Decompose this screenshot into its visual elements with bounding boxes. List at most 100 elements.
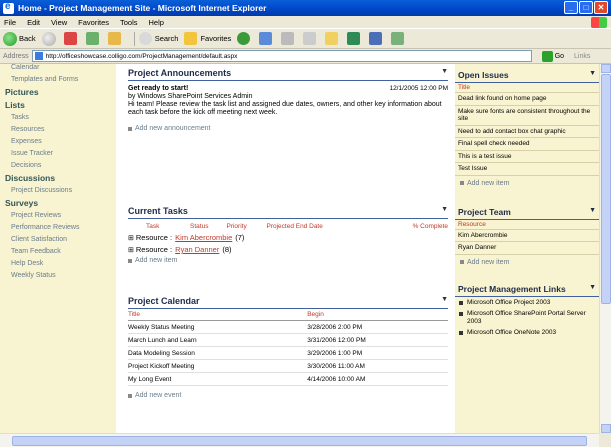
nav-item-performance-reviews[interactable]: Performance Reviews <box>11 224 81 232</box>
history-button[interactable] <box>259 32 275 45</box>
expand-icon[interactable]: ⊞ <box>128 234 134 242</box>
event-title[interactable]: March Lunch and Learn <box>128 333 308 347</box>
scrollbar-thumb[interactable] <box>12 436 587 446</box>
add-task-link[interactable]: Add new item <box>128 257 448 264</box>
col-title[interactable]: Title <box>128 309 308 321</box>
print-button[interactable] <box>303 32 319 45</box>
nav-section-pictures[interactable]: Pictures <box>5 87 116 97</box>
webpart-menu-icon[interactable]: ▼ <box>589 207 596 217</box>
nav-item-issue-tracker[interactable]: Issue Tracker <box>11 150 116 158</box>
scrollbar-thumb[interactable] <box>601 74 611 304</box>
webpart-menu-icon[interactable]: ▼ <box>589 70 596 80</box>
vertical-scrollbar[interactable] <box>599 64 611 433</box>
nav-item-expenses[interactable]: Expenses <box>11 138 116 146</box>
webpart-menu-icon[interactable]: ▼ <box>441 68 448 78</box>
back-button[interactable]: Back <box>3 31 36 46</box>
links-button[interactable]: Links <box>574 53 590 60</box>
list-item[interactable]: This is a test issue <box>455 151 599 163</box>
menu-favorites[interactable]: Favorites <box>78 18 109 27</box>
issues-col-title[interactable]: Title <box>455 83 599 93</box>
link-item[interactable]: Microsoft Office SharePoint Portal Serve… <box>455 308 599 327</box>
forward-button[interactable] <box>41 31 58 46</box>
messenger-button[interactable] <box>347 32 363 45</box>
col-begin[interactable]: Begin <box>307 309 448 321</box>
menu-tools[interactable]: Tools <box>120 18 138 27</box>
links-title[interactable]: Project Management Links <box>458 284 566 294</box>
menu-help[interactable]: Help <box>149 18 164 27</box>
link-item[interactable]: Microsoft Office Project 2003 <box>455 297 599 309</box>
add-team-link[interactable]: Add new item <box>455 255 599 270</box>
issues-title[interactable]: Open Issues <box>458 70 509 80</box>
refresh-button[interactable] <box>85 32 102 45</box>
nav-section-lists[interactable]: Lists <box>5 100 116 110</box>
col-percent-complete[interactable]: % Complete <box>378 219 448 230</box>
list-item[interactable]: Dead link found on home page <box>455 93 599 106</box>
tools-button[interactable] <box>391 32 407 45</box>
col-priority[interactable]: Priority <box>226 219 266 230</box>
link-item[interactable]: Microsoft Office OneNote 2003 <box>455 327 599 339</box>
horizontal-scrollbar[interactable] <box>0 433 599 447</box>
folder-button[interactable] <box>325 32 341 45</box>
go-button[interactable]: Go <box>541 50 564 62</box>
event-title[interactable]: Weekly Status Meeting <box>128 320 308 334</box>
mail-button[interactable] <box>281 32 297 45</box>
announcements-title[interactable]: Project Announcements <box>128 68 231 78</box>
team-title[interactable]: Project Team <box>458 207 511 217</box>
table-row[interactable]: March Lunch and Learn 3/31/2006 12:00 PM <box>128 333 448 347</box>
nav-item-templates[interactable]: Templates and Forms <box>11 76 81 84</box>
close-button[interactable]: ✕ <box>594 1 608 14</box>
favorites-button[interactable]: Favorites <box>184 32 231 45</box>
home-button[interactable] <box>107 32 124 45</box>
minimize-button[interactable]: _ <box>564 1 578 14</box>
event-title[interactable]: Data Modeling Session <box>128 346 308 360</box>
list-item[interactable]: Test Issue <box>455 163 599 176</box>
menu-view[interactable]: View <box>51 18 67 27</box>
expand-icon[interactable]: ⊞ <box>128 246 134 254</box>
nav-item-project-discussions[interactable]: Project Discussions <box>11 187 116 195</box>
list-item[interactable]: Need to add contact box chat graphic <box>455 126 599 138</box>
nav-item-calendar[interactable]: Calendar <box>11 64 116 72</box>
team-col-resource[interactable]: Resource <box>455 220 599 230</box>
research-button[interactable] <box>369 32 385 45</box>
task-group-row[interactable]: ⊞ Resource : Ryan Danner (8) <box>128 245 448 254</box>
menu-file[interactable]: File <box>4 18 16 27</box>
menu-edit[interactable]: Edit <box>27 18 40 27</box>
nav-item-resources[interactable]: Resources <box>11 126 116 134</box>
table-row[interactable]: Data Modeling Session 3/29/2006 1:00 PM <box>128 346 448 360</box>
list-item[interactable]: Ryan Danner <box>455 242 599 255</box>
nav-item-help-desk[interactable]: Help Desk <box>11 260 116 268</box>
col-status[interactable]: Status <box>190 219 226 230</box>
nav-item-client-satisfaction[interactable]: Client Satisfaction <box>11 236 116 244</box>
nav-item-team-feedback[interactable]: Team Feedback <box>11 248 116 256</box>
table-row[interactable]: My Long Event 4/14/2006 10:00 AM <box>128 372 448 386</box>
window-title-bar[interactable]: Home - Project Management Site - Microso… <box>0 0 611 16</box>
add-issue-link[interactable]: Add new item <box>455 176 599 191</box>
search-button[interactable]: Search <box>138 32 178 45</box>
group-resource-link[interactable]: Ryan Danner <box>175 245 219 254</box>
table-row[interactable]: Project Kickoff Meeting 3/30/2006 11:00 … <box>128 359 448 373</box>
nav-section-surveys[interactable]: Surveys <box>5 198 116 208</box>
media-button[interactable] <box>237 32 253 45</box>
announcement-title[interactable]: Get ready to start! <box>128 85 188 92</box>
webpart-menu-icon[interactable]: ▼ <box>441 296 448 306</box>
event-title[interactable]: My Long Event <box>128 372 308 386</box>
task-group-row[interactable]: ⊞ Resource : Kim Abercrombie (7) <box>128 233 448 242</box>
calendar-title[interactable]: Project Calendar <box>128 296 200 306</box>
nav-item-tasks[interactable]: Tasks <box>11 114 116 122</box>
webpart-menu-icon[interactable]: ▼ <box>589 284 596 294</box>
group-resource-link[interactable]: Kim Abercrombie <box>175 233 232 242</box>
nav-item-weekly-status[interactable]: Weekly Status <box>11 272 116 280</box>
col-task[interactable]: Task <box>128 219 190 230</box>
event-title[interactable]: Project Kickoff Meeting <box>128 359 308 373</box>
tasks-title[interactable]: Current Tasks <box>128 206 188 216</box>
scroll-down-icon[interactable] <box>601 424 611 433</box>
list-item[interactable]: Make sure fonts are consistent throughou… <box>455 106 599 126</box>
table-row[interactable]: Weekly Status Meeting 3/28/2006 2:00 PM <box>128 320 448 334</box>
add-event-link[interactable]: Add new event <box>128 392 448 399</box>
nav-section-discussions[interactable]: Discussions <box>5 173 116 183</box>
maximize-button[interactable]: □ <box>579 1 593 14</box>
list-item[interactable]: Final spell check needed <box>455 138 599 151</box>
col-projected-end[interactable]: Projected End Date <box>266 219 377 230</box>
add-announcement-link[interactable]: Add new announcement <box>128 125 448 132</box>
nav-item-project-reviews[interactable]: Project Reviews <box>11 212 116 220</box>
